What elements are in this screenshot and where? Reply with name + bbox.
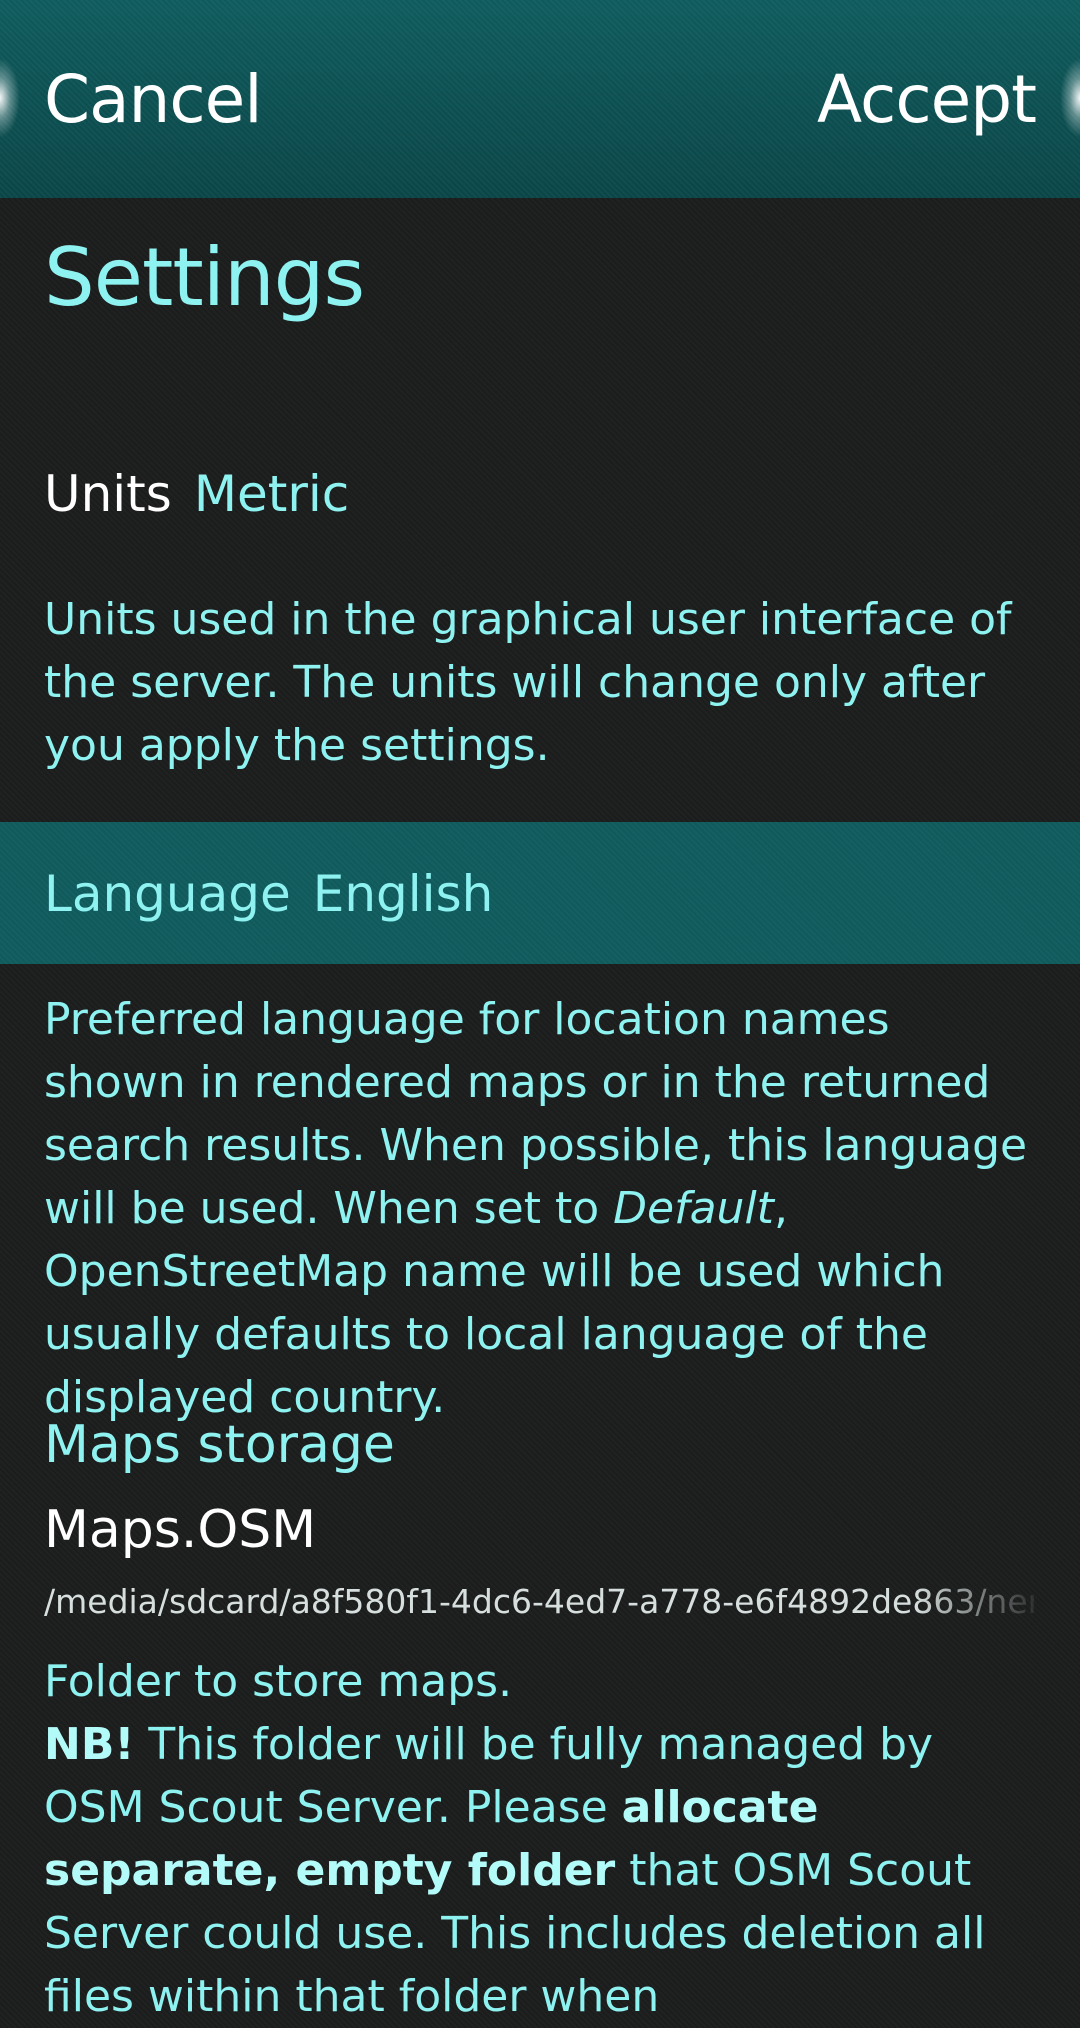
language-combo[interactable]: Language English — [44, 862, 493, 926]
maps-storage-description-body: NB! This folder will be fully managed by… — [44, 1713, 1034, 2028]
cancel-button[interactable]: Cancel — [44, 60, 263, 140]
units-value: Metric — [193, 465, 350, 523]
page-title: Settings — [44, 231, 365, 324]
language-description-part1: Preferred language for location names sh… — [44, 994, 1028, 1234]
units-description: Units used in the graphical user interfa… — [44, 594, 1012, 771]
language-value: English — [312, 865, 494, 923]
maps-storage-description: Folder to store maps. NB! This folder wi… — [44, 1650, 1034, 2028]
maps-storage-description-line1: Folder to store maps. — [44, 1656, 513, 1707]
units-combo[interactable]: Units Metric — [44, 462, 349, 526]
units-label: Units — [44, 465, 172, 523]
language-description: Preferred language for location names sh… — [44, 988, 1034, 1429]
language-label: Language — [44, 865, 291, 923]
maps-storage-heading: Maps storage — [44, 1415, 395, 1475]
language-description-italic: Default — [613, 1183, 774, 1234]
accept-button[interactable]: Accept — [817, 60, 1037, 140]
left-edge-glow — [0, 58, 20, 138]
nb-label: NB! — [44, 1719, 135, 1770]
folder-name[interactable]: Maps.OSM — [44, 1497, 316, 1563]
top-header: Cancel Accept — [0, 0, 1080, 198]
right-edge-glow — [1060, 58, 1080, 138]
folder-path[interactable]: /media/sdcard/a8f580f1-4dc6-4ed7-a778-e6… — [44, 1578, 1034, 1626]
